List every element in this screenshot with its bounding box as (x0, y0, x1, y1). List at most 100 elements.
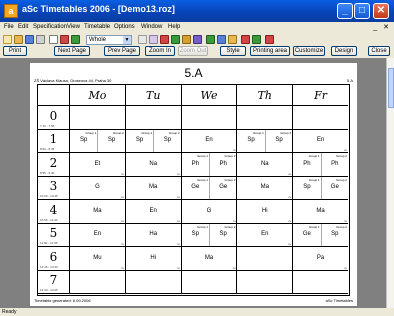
lesson-cell[interactable] (236, 106, 293, 130)
lesson-cell[interactable]: Group 1 Sp Group 2 Sp (124, 129, 181, 153)
close-preview-button[interactable]: Close (368, 46, 390, 56)
lesson-cell[interactable]: Ma ru (180, 247, 237, 271)
zoom-out-button[interactable]: Zoom Out (178, 46, 208, 56)
lesson-cell[interactable]: Group 1 Sp Group 2 Sp (236, 129, 293, 153)
design-button[interactable]: Design (331, 46, 357, 56)
lesson-cell[interactable]: Mu ru (69, 247, 125, 271)
lesson-cell[interactable]: En ru (69, 223, 125, 247)
lesson-cell[interactable] (292, 106, 348, 130)
lesson-cell[interactable]: Ma ru (124, 176, 181, 200)
menu-view[interactable]: View (67, 24, 80, 30)
lesson-cell[interactable]: Ma ru (236, 176, 293, 200)
app-logo-icon[interactable]: a (4, 4, 18, 18)
generate-icon[interactable] (60, 35, 69, 44)
subject-icon[interactable] (182, 35, 191, 44)
lesson-cell[interactable]: Ma ru (69, 200, 125, 224)
open-icon[interactable] (14, 35, 23, 44)
group-label: Group 1 (141, 130, 153, 135)
preview-icon[interactable] (49, 35, 58, 44)
menu-help[interactable]: Help (168, 24, 180, 30)
lesson-cell[interactable] (180, 270, 237, 294)
group-half: Group 1 Ph (293, 153, 320, 176)
lesson-cell[interactable] (124, 106, 181, 130)
subject-label: Ge (302, 231, 311, 238)
scrollbar-thumb[interactable] (388, 68, 394, 108)
print-button[interactable]: Print (3, 46, 27, 56)
lesson-cell[interactable]: En ru (124, 200, 181, 224)
group-half: Group 1 Sp (293, 177, 320, 200)
vertical-scrollbar[interactable] (386, 58, 394, 308)
teacher-icon[interactable] (71, 35, 80, 44)
period-number: 2 (49, 155, 58, 170)
lesson-cell[interactable] (292, 270, 348, 294)
lesson-cell[interactable]: Hi ru (236, 200, 293, 224)
print-icon[interactable] (36, 35, 45, 44)
check-icon[interactable] (252, 35, 261, 44)
lesson-cell[interactable]: Group 1 Ph Group 2 Ph (292, 153, 348, 177)
lesson-cell[interactable]: Group 1 Ge Group 2 Sp (292, 223, 348, 247)
checklist-icon[interactable] (206, 35, 215, 44)
next-page-button[interactable]: Next Page (54, 46, 90, 56)
lesson-cell[interactable]: Group 1 Ph Group 2 Ph (180, 153, 237, 177)
mdi-window-controls[interactable]: _ ✕ (373, 23, 391, 31)
zoom-in-button[interactable]: Zoom In (145, 46, 175, 56)
new-icon[interactable] (3, 35, 12, 44)
lesson-cell[interactable] (236, 270, 293, 294)
lesson-cell[interactable]: Ha ru (124, 223, 181, 247)
group-half: Group 1 Ge (182, 177, 209, 200)
lesson-cell[interactable]: Group 1 Ge Group 2 Ge (180, 176, 237, 200)
menu-options[interactable]: Options (114, 24, 135, 30)
class-icon[interactable] (160, 35, 169, 44)
menu-timetable[interactable]: Timetable (84, 24, 110, 30)
save-icon[interactable] (25, 35, 34, 44)
menu-specification[interactable]: Specification (33, 24, 67, 30)
lesson-cell[interactable]: Gru (180, 200, 237, 224)
period-time: 10:00 - 10:45 (40, 194, 58, 198)
subject-label: Sp (135, 137, 144, 144)
style-button[interactable]: Style (220, 46, 246, 56)
lock-icon[interactable] (217, 35, 226, 44)
customize-button[interactable]: Customize (293, 46, 325, 56)
lesson-cell[interactable]: En ru (236, 223, 293, 247)
minimize-button[interactable]: _ (337, 3, 353, 19)
lesson-cell[interactable]: En ru (292, 129, 348, 153)
star-icon[interactable] (228, 35, 237, 44)
lesson-cell[interactable]: Ma ru (292, 200, 348, 224)
card-icon[interactable] (193, 35, 202, 44)
delete-icon[interactable] (241, 35, 250, 44)
subject-label: Ma (260, 184, 269, 191)
room-icon[interactable] (171, 35, 180, 44)
lesson-cell[interactable]: Pa ru (292, 247, 348, 271)
close-button[interactable]: ✕ (373, 3, 389, 19)
maximize-button[interactable]: □ (354, 3, 370, 19)
lesson-cell[interactable]: Hi ru (124, 247, 181, 271)
prev-page-button[interactable]: Prev Page (104, 46, 140, 56)
lesson-cell[interactable] (69, 106, 125, 130)
fit-icon[interactable] (138, 35, 147, 44)
lesson-cell[interactable]: Na ru (236, 153, 293, 177)
lesson-cell[interactable] (124, 270, 181, 294)
room-code: ru (176, 171, 180, 176)
subject-label: Ph (331, 160, 339, 167)
lesson-cell[interactable]: En ru (180, 129, 237, 153)
lesson-cell[interactable]: Group 1 Sp Group 2 Sp (69, 129, 125, 153)
help-icon[interactable] (265, 35, 274, 44)
display-icon[interactable] (149, 35, 158, 44)
chevron-down-icon[interactable]: ▼ (123, 36, 131, 44)
lesson-cell[interactable]: Et ru (69, 153, 125, 177)
window-title: aSc Timetables 2006 - [Demo13.roz] (22, 4, 175, 14)
period-time: 7:10 - 7:55 (40, 123, 55, 128)
zoom-select[interactable]: Whole ▼ (86, 35, 132, 45)
menu-window[interactable]: Window (141, 24, 162, 30)
lesson-cell[interactable] (180, 106, 237, 130)
lesson-cell[interactable]: Na ru (124, 153, 181, 177)
lesson-cell[interactable] (69, 270, 125, 294)
printing-area-button[interactable]: Printing area (250, 46, 290, 56)
menu-file[interactable]: File (4, 24, 14, 30)
lesson-cell[interactable] (236, 247, 293, 271)
day-header: Tu (124, 85, 181, 106)
lesson-cell[interactable]: Group 1 Sp Group 2 Sp (180, 223, 237, 247)
lesson-cell[interactable]: Gru (69, 176, 125, 200)
lesson-cell[interactable]: Group 1 Sp Group 2 Ge (292, 176, 348, 200)
menu-edit[interactable]: Edit (18, 24, 28, 30)
